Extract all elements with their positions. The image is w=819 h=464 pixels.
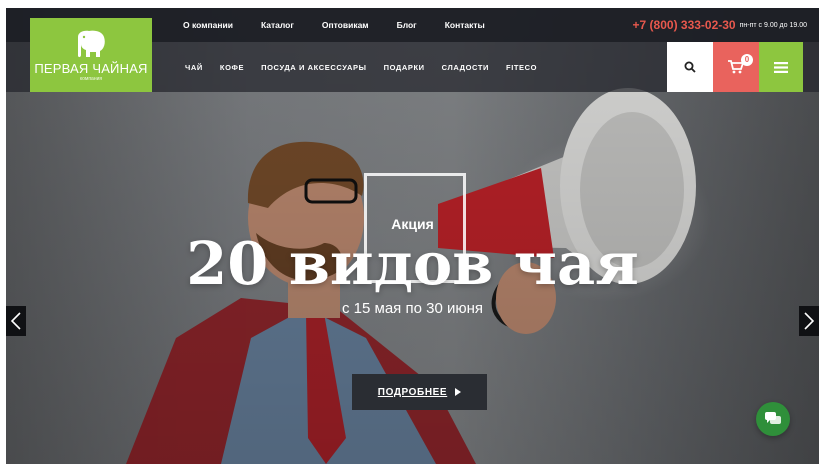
top-nav-item-contacts[interactable]: Контакты [445,20,485,30]
work-hours: пн-пт с 9.00 до 19.00 [739,21,807,29]
hamburger-icon [774,61,788,73]
main-nav-item-sweets[interactable]: СЛАДОСТИ [442,63,489,72]
promo-title: 20 видов чая [186,229,639,298]
contact-info: +7 (800) 333-02-30 пн-пт с 9.00 до 19.00 [633,8,807,42]
promo-dates: с 15 мая по 30 июня [342,300,483,317]
top-nav-item-blog[interactable]: Блог [397,20,417,30]
top-nav-item-catalog[interactable]: Каталог [261,20,294,30]
main-nav-item-tea[interactable]: ЧАЙ [185,63,203,72]
chat-icon [765,412,781,424]
caret-right-icon [455,388,462,396]
top-nav-item-wholesale[interactable]: Оптовикам [322,20,369,30]
more-button-label: ПОДРОБНЕЕ [377,386,448,398]
top-nav: О компании Каталог Оптовикам Блог Контак… [183,8,485,42]
chat-button[interactable] [756,402,790,436]
next-slide-button[interactable] [799,306,819,336]
menu-button[interactable] [759,42,803,92]
phone-number[interactable]: +7 (800) 333-02-30 [633,18,736,32]
main-nav-item-coffee[interactable]: КОФЕ [220,63,244,72]
more-button[interactable]: ПОДРОБНЕЕ [352,374,487,410]
logo[interactable]: ПЕРВАЯ ЧАЙНАЯ компания [30,18,152,92]
search-icon [684,61,696,73]
chevron-left-icon [11,312,21,330]
main-nav-item-tableware[interactable]: ПОСУДА И АКСЕССУАРЫ [261,63,366,72]
top-nav-item-about[interactable]: О компании [183,20,233,30]
main-nav-item-fiteco[interactable]: FITECO [506,63,537,72]
page: О компании Каталог Оптовикам Блог Контак… [6,8,819,464]
chevron-right-icon [804,312,814,330]
prev-slide-button[interactable] [6,306,26,336]
logo-subtitle: компания [79,75,103,82]
main-nav-item-gifts[interactable]: ПОДАРКИ [384,63,425,72]
cart-button[interactable]: 0 [713,42,759,92]
main-nav: ЧАЙ КОФЕ ПОСУДА И АКСЕССУАРЫ ПОДАРКИ СЛА… [185,42,537,92]
cart-count-badge: 0 [741,54,753,66]
elephant-icon [78,30,105,57]
search-button[interactable] [667,42,713,92]
logo-name: ПЕРВАЯ ЧАЙНАЯ [34,60,148,76]
